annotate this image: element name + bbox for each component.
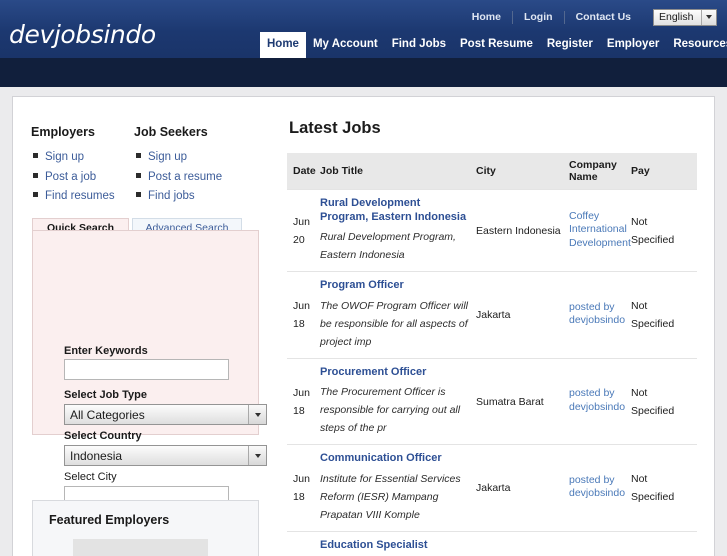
list-item: Sign up (136, 150, 222, 163)
cell-job-description: The OWOF Program Officer will be respons… (320, 300, 468, 348)
employer-link-find-resumes[interactable]: Find resumes (45, 190, 115, 202)
page-title: Latest Jobs (289, 119, 381, 138)
column-header-company-name: Company Name (569, 159, 631, 183)
table-row[interactable]: Jun 17 Education Specialist World Vision… (287, 531, 697, 556)
top-link-contact-us[interactable]: Contact Us (565, 11, 642, 23)
list-item: Post a job (33, 170, 115, 183)
employer-link-sign-up[interactable]: Sign up (45, 151, 84, 163)
nav-item-employer[interactable]: Employer (600, 32, 666, 58)
top-utility-links: Home Login Contact Us English (461, 8, 717, 26)
table-row[interactable]: Jun 18 Procurement Officer The Procureme… (287, 358, 697, 445)
table-row[interactable]: Jun 18 Communication Officer Institute f… (287, 444, 697, 531)
cell-job-title[interactable]: Education Specialist (320, 539, 468, 553)
top-link-home[interactable]: Home (461, 11, 512, 23)
nav-item-post-resume[interactable]: Post Resume (453, 32, 540, 58)
column-header-job-title: Job Title (320, 165, 476, 177)
cell-date: Jun 18 (293, 300, 310, 330)
cell-job-description: Rural Development Program, Eastern Indon… (320, 231, 456, 261)
column-header-city: City (476, 165, 569, 177)
bullet-icon (136, 153, 141, 158)
jobtype-select[interactable]: All Categories (64, 404, 267, 425)
seeker-link-find-jobs[interactable]: Find jobs (148, 190, 195, 202)
list-item: Find resumes (33, 189, 115, 202)
list-item: Sign up (33, 150, 115, 163)
site-header: devjobsindo Home Login Contact Us Englis… (0, 0, 727, 58)
cell-job-title[interactable]: Program Officer (320, 279, 468, 293)
nav-item-home[interactable]: Home (260, 32, 306, 58)
chevron-down-icon (248, 446, 266, 465)
column-header-date: Date (287, 165, 320, 177)
cell-pay: Not Specified (631, 216, 674, 246)
cell-date: Jun 20 (293, 216, 310, 246)
nav-item-register[interactable]: Register (540, 32, 600, 58)
country-select-value: Indonesia (65, 449, 248, 463)
nav-item-find-jobs[interactable]: Find Jobs (385, 32, 453, 58)
language-select[interactable]: English (653, 9, 717, 26)
page-container: Employers Job Seekers Sign up Post a job… (12, 96, 715, 556)
keywords-label: Enter Keywords (64, 345, 148, 357)
top-link-login[interactable]: Login (513, 11, 564, 23)
cell-job-title[interactable]: Rural Development Program, Eastern Indon… (320, 197, 468, 224)
cell-company[interactable]: posted by devjobsindo (569, 301, 631, 328)
cell-pay: Not Specified (631, 473, 674, 503)
job-seekers-link-list: Sign up Post a resume Find jobs (136, 150, 222, 209)
table-header-row: Date Job Title City Company Name Pay (287, 153, 697, 189)
cell-company[interactable]: posted by devjobsindo (569, 474, 631, 501)
jobtype-label: Select Job Type (64, 389, 147, 401)
cell-job-description: Institute for Essential Services Reform … (320, 473, 461, 521)
cell-date: Jun 18 (293, 473, 310, 503)
cell-city: Sumatra Barat (476, 396, 544, 408)
column-header-pay: Pay (631, 165, 687, 177)
cell-company[interactable]: Coffey International Development (569, 210, 631, 251)
table-row[interactable]: Jun 18 Program Officer The OWOF Program … (287, 271, 697, 358)
main-content: Latest Jobs Date Job Title City Company … (271, 97, 715, 556)
header-dark-band (0, 58, 727, 87)
country-select[interactable]: Indonesia (64, 445, 267, 466)
jobtype-select-value: All Categories (65, 408, 248, 422)
country-label: Select Country (64, 430, 142, 442)
cell-job-title[interactable]: Communication Officer (320, 452, 468, 466)
site-logo[interactable]: devjobsindo (9, 20, 156, 49)
cell-city: Jakarta (476, 309, 510, 321)
bullet-icon (33, 153, 38, 158)
list-item: Post a resume (136, 170, 222, 183)
main-navigation: Home My Account Find Jobs Post Resume Re… (260, 26, 727, 58)
employers-heading: Employers (31, 125, 95, 139)
keywords-input[interactable] (64, 359, 229, 380)
cell-date: Jun 18 (293, 387, 310, 417)
cell-pay: Not Specified (631, 387, 674, 417)
seeker-link-sign-up[interactable]: Sign up (148, 151, 187, 163)
nav-item-resources[interactable]: Resources (666, 32, 727, 58)
bullet-icon (136, 192, 141, 197)
bullet-icon (33, 173, 38, 178)
bullet-icon (136, 173, 141, 178)
employer-link-post-a-job[interactable]: Post a job (45, 171, 96, 183)
cell-pay: Not Specified (631, 300, 674, 330)
featured-employers-panel: Featured Employers (32, 500, 259, 556)
cell-city: Eastern Indonesia (476, 225, 561, 237)
cell-company[interactable]: posted by devjobsindo (569, 387, 631, 414)
bullet-icon (33, 192, 38, 197)
sidebar: Employers Job Seekers Sign up Post a job… (13, 97, 271, 556)
city-label: Select City (64, 471, 117, 483)
cell-job-title[interactable]: Procurement Officer (320, 366, 468, 380)
chevron-down-icon (701, 10, 716, 25)
list-item: Find jobs (136, 189, 222, 202)
seeker-link-post-a-resume[interactable]: Post a resume (148, 171, 222, 183)
nav-item-my-account[interactable]: My Account (306, 32, 385, 58)
employers-link-list: Sign up Post a job Find resumes (33, 150, 115, 209)
featured-employer-logo[interactable] (73, 539, 208, 556)
language-select-value: English (654, 11, 701, 23)
chevron-down-icon (248, 405, 266, 424)
cell-job-description: The Procurement Officer is responsible f… (320, 386, 460, 434)
job-seekers-heading: Job Seekers (134, 125, 208, 139)
cell-city: Jakarta (476, 482, 510, 494)
featured-employers-title: Featured Employers (49, 513, 169, 527)
table-row[interactable]: Jun 20 Rural Development Program, Easter… (287, 189, 697, 271)
latest-jobs-table: Date Job Title City Company Name Pay Jun… (287, 153, 697, 556)
